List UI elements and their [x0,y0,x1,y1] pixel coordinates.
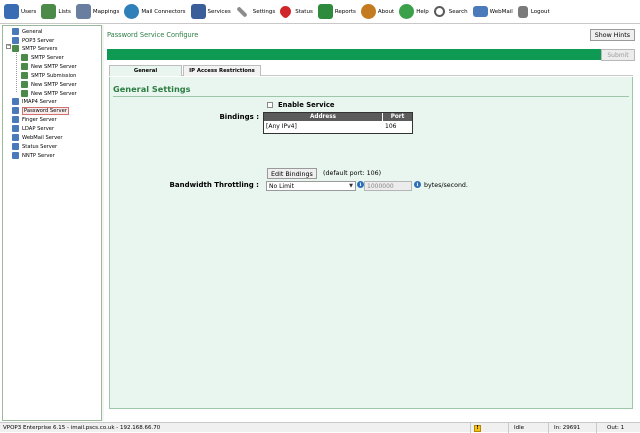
settings-icon [236,5,248,18]
webmail-icon [472,6,488,17]
toolbar-about-button[interactable]: About [360,1,394,23]
tree-item-webmail-server[interactable]: WebMail Server [12,133,63,142]
server-icon [12,152,19,159]
bandwidth-select-value: No Limit [269,182,294,190]
binding-address-cell: [Any IPv4] [266,123,297,130]
bandwidth-value-input[interactable]: 1000000 [364,181,412,191]
tree-item-imap4-server[interactable]: IMAP4 Server [12,97,57,106]
mail-connectors-icon [124,4,140,19]
tree-item-new-smtp-server-1[interactable]: New SMTP Server [21,62,77,71]
server-icon [12,37,19,44]
enable-service-label: Enable Service [278,101,335,109]
server-group-icon [12,45,19,52]
server-icon [12,134,19,141]
status-bar: VPOP3 Enterprise 6.15 - imail.pscs.co.uk… [0,422,640,433]
chevron-down-icon: ▼ [349,183,353,189]
bandwidth-value-info-icon[interactable]: i [414,181,421,188]
about-icon [360,4,376,19]
tree-item-finger-server[interactable]: Finger Server [12,115,57,124]
tree-item-smtp-servers[interactable]: SMTP Servers [12,44,57,53]
binding-port-cell: 106 [385,123,397,130]
bindings-header-port: Port [383,113,412,121]
warning-icon[interactable]: ! [474,424,481,432]
mappings-icon [75,4,91,19]
header-bar [107,49,635,60]
toolbar-mail-connectors-button[interactable]: Mail Connectors [124,1,186,23]
toolbar-mappings-button[interactable]: Mappings [75,1,119,23]
server-icon [21,72,28,79]
tree-item-password-server[interactable]: Password Server [12,106,69,115]
smtp-servers-expander[interactable]: − [6,44,11,49]
toolbar-status-button[interactable]: Status [278,1,313,23]
toolbar-help-button[interactable]: Help [399,1,429,23]
reports-icon [317,4,333,19]
toolbar-users-button[interactable]: Users [4,1,36,23]
tree-item-new-smtp-server-2[interactable]: New SMTP Server [21,80,77,89]
services-icon [190,4,206,19]
show-hints-button[interactable]: Show Hints [589,29,635,41]
users-icon [4,4,19,19]
lists-icon [41,4,57,19]
bindings-table[interactable]: Address Port [Any IPv4] 106 [263,112,413,134]
general-settings-panel: General Settings Enable Service Bindings… [109,77,633,409]
server-icon [12,98,19,105]
tree-item-smtp-submission[interactable]: SMTP Submission [21,71,76,80]
server-icon [21,90,28,97]
submit-button[interactable]: Submit [601,49,635,61]
help-icon [399,4,415,19]
tree-item-smtp-server[interactable]: SMTP Server [21,53,64,62]
toolbar-services-button[interactable]: Services [190,1,231,23]
edit-bindings-button[interactable]: Edit Bindings [267,168,317,179]
bandwidth-unit-label: bytes/second. [424,182,468,189]
main-toolbar: Users Lists Mappings Mail Connectors Ser… [0,0,640,24]
tree-item-nntp-server[interactable]: NNTP Server [12,151,55,160]
toolbar-reports-button[interactable]: Reports [317,1,356,23]
logout-lock-icon [517,5,528,18]
tab-ip-access-restrictions[interactable]: IP Access Restrictions [183,65,261,76]
tree-item-general[interactable]: General [12,27,42,36]
toolbar-logout-button[interactable]: Logout [517,1,550,23]
section-title: General Settings [113,84,191,94]
server-icon [12,143,19,150]
bindings-header-address: Address [264,113,382,121]
navigation-tree: − General POP3 Server SMTP Servers SMTP … [2,25,102,421]
server-icon [12,107,19,114]
bandwidth-throttling-select[interactable]: No Limit ▼ [266,181,356,191]
toolbar-settings-button[interactable]: Settings [236,1,275,23]
main-content: Password Service Configure Show Hints Su… [104,25,638,421]
toolbar-lists-button[interactable]: Lists [41,1,71,23]
search-icon [433,6,445,17]
tree-item-ldap-server[interactable]: LDAP Server [12,124,54,133]
default-port-text: (default port: 106) [323,170,382,177]
toolbar-search-button[interactable]: Search [433,1,468,23]
tree-item-status-server[interactable]: Status Server [12,142,57,151]
tab-strip: General IP Access Restrictions [109,65,633,76]
page-title: Password Service Configure [107,31,199,39]
bindings-label: Bindings : [219,113,259,121]
tree-connector-line [16,53,17,92]
status-heart-icon [278,3,294,20]
section-divider [113,96,629,97]
toolbar-webmail-button[interactable]: WebMail [472,1,513,23]
tab-general[interactable]: General [109,65,182,76]
server-icon [12,116,19,123]
server-icon [21,54,28,61]
server-icon [12,28,19,35]
bandwidth-select-info-icon[interactable]: i [357,181,364,188]
server-icon [21,81,28,88]
server-icon [21,63,28,70]
bandwidth-throttling-label: Bandwidth Throttling : [169,181,259,189]
enable-service-checkbox[interactable] [267,102,273,108]
server-icon [12,125,19,132]
